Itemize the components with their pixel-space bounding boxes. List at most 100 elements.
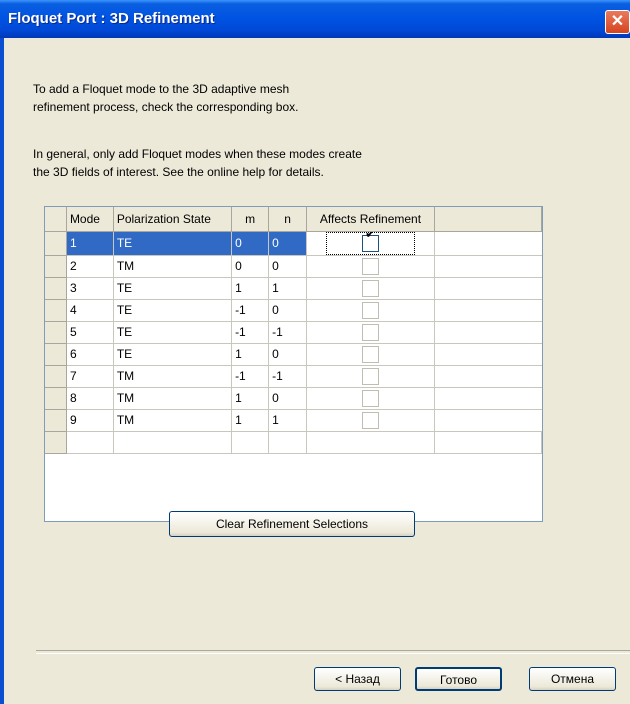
table-row[interactable]: 2 TM 0 0 bbox=[45, 255, 542, 278]
cell-mode[interactable]: 9 bbox=[66, 409, 114, 432]
affects-refinement-checkbox[interactable] bbox=[361, 367, 379, 385]
cell-n[interactable]: 0 bbox=[268, 343, 308, 366]
affects-refinement-checkbox[interactable] bbox=[361, 257, 379, 275]
finish-button[interactable]: Готово bbox=[415, 667, 502, 691]
cell-polarization[interactable]: TE bbox=[113, 299, 233, 322]
cell-n[interactable]: 0 bbox=[268, 255, 308, 278]
cell-mode[interactable]: 7 bbox=[66, 365, 114, 388]
table-row[interactable]: 7 TM -1 -1 bbox=[45, 365, 542, 388]
cell-affects-refinement[interactable] bbox=[306, 231, 435, 256]
cell-empty bbox=[434, 321, 542, 344]
cell-m[interactable]: 1 bbox=[231, 343, 270, 366]
cell-mode[interactable]: 4 bbox=[66, 299, 114, 322]
cell-mode[interactable]: 2 bbox=[66, 255, 114, 278]
cell-n[interactable]: 0 bbox=[268, 387, 308, 410]
focus-rectangle bbox=[325, 231, 415, 254]
cell-polarization[interactable]: TE bbox=[113, 321, 233, 344]
title-bar[interactable]: Floquet Port : 3D Refinement ✕ bbox=[0, 0, 630, 38]
cell-polarization[interactable]: TM bbox=[113, 387, 233, 410]
column-header-n[interactable]: n bbox=[268, 207, 308, 232]
cell-empty[interactable] bbox=[306, 431, 435, 454]
affects-refinement-checkbox[interactable] bbox=[361, 279, 379, 297]
cell-m[interactable]: -1 bbox=[231, 299, 270, 322]
cell-m[interactable]: 1 bbox=[231, 387, 270, 410]
table-row[interactable]: 6 TE 1 0 bbox=[45, 343, 542, 366]
intro-paragraph-2: In general, only add Floquet modes when … bbox=[33, 145, 473, 181]
cell-empty[interactable] bbox=[268, 431, 308, 454]
cell-mode[interactable]: 3 bbox=[66, 277, 114, 300]
column-header-affects-refinement[interactable]: Affects Refinement bbox=[306, 207, 435, 232]
row-header[interactable] bbox=[45, 409, 67, 432]
column-header-m[interactable]: m bbox=[231, 207, 270, 232]
cell-affects-refinement[interactable] bbox=[306, 321, 435, 344]
cell-affects-refinement[interactable] bbox=[306, 255, 435, 278]
affects-refinement-checkbox[interactable] bbox=[361, 323, 379, 341]
cell-n[interactable]: 0 bbox=[268, 299, 308, 322]
row-header[interactable] bbox=[45, 321, 67, 344]
cell-affects-refinement[interactable] bbox=[306, 343, 435, 366]
cell-empty[interactable] bbox=[434, 431, 542, 454]
cell-n[interactable]: -1 bbox=[268, 365, 308, 388]
affects-refinement-checkbox[interactable] bbox=[361, 345, 379, 363]
cell-polarization[interactable]: TM bbox=[113, 409, 233, 432]
cell-empty[interactable] bbox=[231, 431, 270, 454]
cell-mode[interactable]: 6 bbox=[66, 343, 114, 366]
cell-polarization[interactable]: TE bbox=[113, 343, 233, 366]
column-header-polarization[interactable]: Polarization State bbox=[113, 207, 233, 232]
cell-mode[interactable]: 1 bbox=[66, 231, 114, 256]
cell-affects-refinement[interactable] bbox=[306, 387, 435, 410]
affects-refinement-checkbox[interactable] bbox=[361, 389, 379, 407]
cell-empty bbox=[434, 277, 542, 300]
cell-empty[interactable] bbox=[113, 431, 233, 454]
row-header[interactable] bbox=[45, 231, 67, 256]
cell-empty bbox=[434, 365, 542, 388]
cell-empty[interactable] bbox=[66, 431, 114, 454]
cell-mode[interactable]: 8 bbox=[66, 387, 114, 410]
row-header[interactable] bbox=[45, 365, 67, 388]
close-button[interactable]: ✕ bbox=[605, 10, 630, 34]
cell-empty bbox=[434, 409, 542, 432]
table-row[interactable]: 9 TM 1 1 bbox=[45, 409, 542, 432]
row-header[interactable] bbox=[45, 277, 67, 300]
table-row[interactable]: 1 TE 0 0 bbox=[45, 231, 542, 256]
footer-divider bbox=[36, 650, 630, 654]
cell-polarization[interactable]: TE bbox=[113, 231, 233, 256]
affects-refinement-checkbox[interactable] bbox=[361, 301, 379, 319]
cell-m[interactable]: 1 bbox=[231, 277, 270, 300]
table-row-empty[interactable] bbox=[45, 431, 542, 454]
cell-m[interactable]: -1 bbox=[231, 365, 270, 388]
cell-mode[interactable]: 5 bbox=[66, 321, 114, 344]
cell-m[interactable]: 0 bbox=[231, 255, 270, 278]
cell-m[interactable]: 0 bbox=[231, 231, 270, 256]
cell-n[interactable]: -1 bbox=[268, 321, 308, 344]
cell-polarization[interactable]: TE bbox=[113, 277, 233, 300]
row-header[interactable] bbox=[45, 299, 67, 322]
row-header[interactable] bbox=[45, 387, 67, 410]
cell-affects-refinement[interactable] bbox=[306, 277, 435, 300]
table-row[interactable]: 5 TE -1 -1 bbox=[45, 321, 542, 344]
clear-refinement-selections-button[interactable]: Clear Refinement Selections bbox=[169, 511, 415, 537]
cancel-button[interactable]: Отмена bbox=[529, 667, 616, 691]
affects-refinement-checkbox[interactable] bbox=[361, 411, 379, 429]
column-header-mode[interactable]: Mode bbox=[66, 207, 114, 232]
modes-table: Mode Polarization State m n Affects Refi… bbox=[45, 207, 542, 454]
cell-n[interactable]: 1 bbox=[268, 409, 308, 432]
affects-refinement-checkbox[interactable] bbox=[361, 234, 379, 252]
cell-n[interactable]: 1 bbox=[268, 277, 308, 300]
back-button[interactable]: < Назад bbox=[314, 667, 401, 691]
cell-polarization[interactable]: TM bbox=[113, 255, 233, 278]
row-header[interactable] bbox=[45, 431, 67, 454]
cell-n[interactable]: 0 bbox=[268, 231, 308, 256]
cell-polarization[interactable]: TM bbox=[113, 365, 233, 388]
row-header[interactable] bbox=[45, 343, 67, 366]
table-row[interactable]: 4 TE -1 0 bbox=[45, 299, 542, 322]
cell-affects-refinement[interactable] bbox=[306, 365, 435, 388]
cell-affects-refinement[interactable] bbox=[306, 299, 435, 322]
cell-m[interactable]: -1 bbox=[231, 321, 270, 344]
table-row[interactable]: 8 TM 1 0 bbox=[45, 387, 542, 410]
row-header[interactable] bbox=[45, 255, 67, 278]
table-row[interactable]: 3 TE 1 1 bbox=[45, 277, 542, 300]
cell-m[interactable]: 1 bbox=[231, 409, 270, 432]
floquet-modes-grid[interactable]: Mode Polarization State m n Affects Refi… bbox=[44, 206, 543, 522]
cell-affects-refinement[interactable] bbox=[306, 409, 435, 432]
